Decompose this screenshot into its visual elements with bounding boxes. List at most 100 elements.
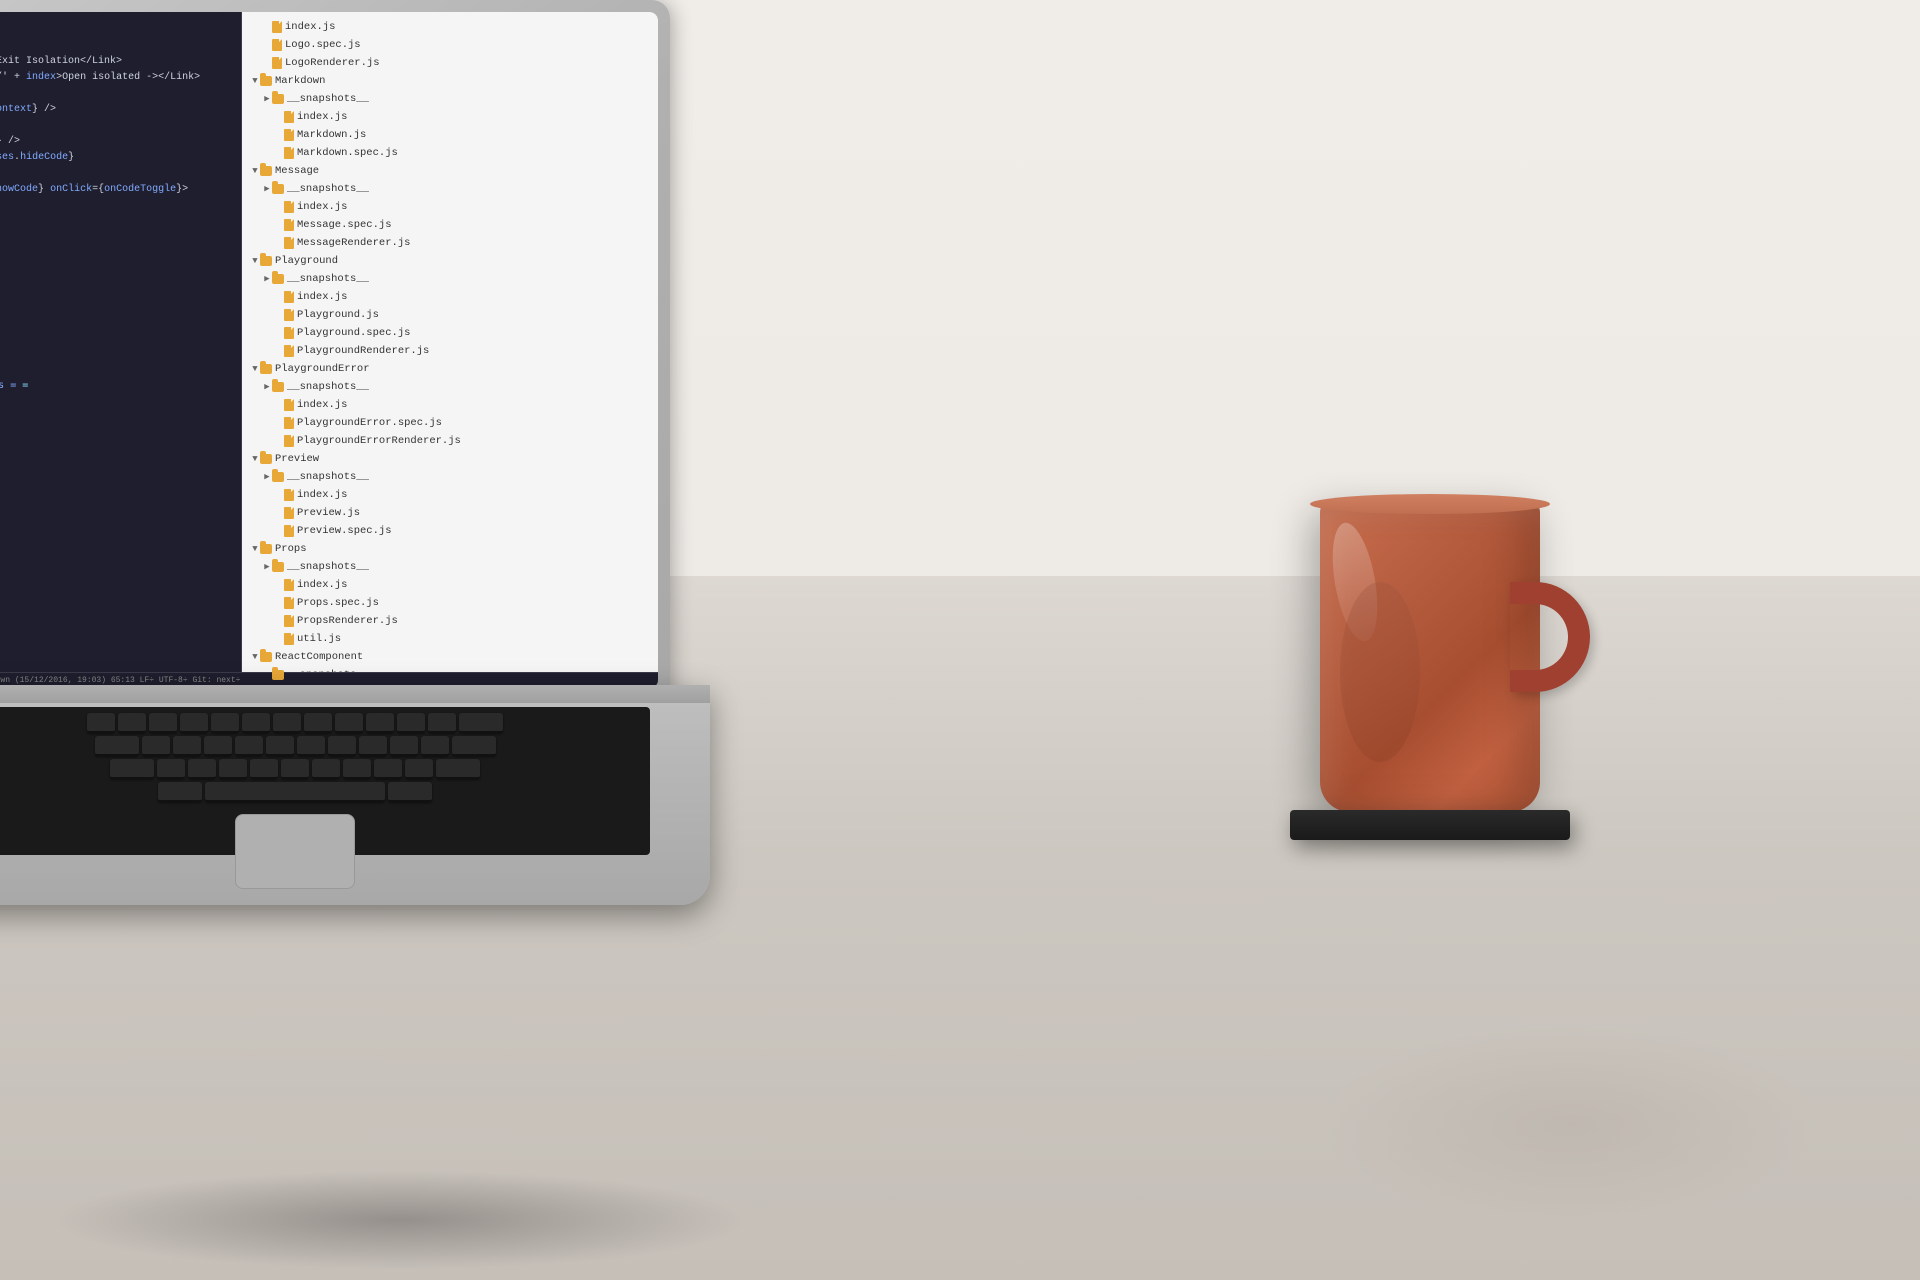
list-item[interactable]: Markdown.js — [242, 126, 658, 144]
list-item[interactable]: Message.spec.js — [242, 216, 658, 234]
folder-icon — [260, 166, 272, 176]
list-item[interactable]: index.js — [242, 396, 658, 414]
keyboard-key — [335, 713, 363, 733]
folder-name: Props — [275, 542, 307, 557]
folder-icon — [260, 544, 272, 554]
list-item[interactable]: PlaygroundRenderer.js — [242, 342, 658, 360]
list-item[interactable]: Playground.js — [242, 306, 658, 324]
spacer-icon — [274, 614, 284, 629]
list-item[interactable]: index.js — [242, 108, 658, 126]
file-name: index.js — [297, 398, 347, 413]
file-icon — [284, 237, 294, 249]
list-item[interactable]: ▶ __snapshots__ — [242, 180, 658, 198]
file-name: PropsRenderer.js — [297, 614, 398, 629]
keyboard-key — [87, 713, 115, 733]
expand-arrow-icon: ▶ — [262, 92, 272, 107]
trackpad[interactable] — [235, 814, 355, 889]
keyboard-key — [95, 736, 139, 756]
list-item[interactable]: ▶ __snapshots__ — [242, 558, 658, 576]
laptop-screen: nk>; <name>=> Exit Isolation</Link> <nam… — [0, 12, 658, 688]
status-bar-text: build: Markdown (15/12/2016, 19:03) 65:1… — [0, 676, 240, 685]
file-name: index.js — [297, 578, 347, 593]
code-line: <name>=> Exit Isolation</Link> — [0, 54, 241, 70]
folder-name: __snapshots__ — [287, 92, 369, 107]
list-item[interactable]: PlaygroundErrorRenderer.js — [242, 432, 658, 450]
keyboard-key — [312, 759, 340, 779]
list-item[interactable]: Logo.spec.js — [242, 36, 658, 54]
keyboard-key — [250, 759, 278, 779]
list-item[interactable]: index.js — [242, 18, 658, 36]
code-line: <name + '/' + index>Open isolated -></Li… — [0, 70, 241, 86]
list-item[interactable]: Preview.spec.js — [242, 522, 658, 540]
file-icon — [272, 39, 282, 51]
folder-name: Markdown — [275, 74, 325, 89]
code-line: {onChange} /> — [0, 134, 241, 150]
list-item[interactable]: index.js — [242, 198, 658, 216]
list-item[interactable]: index.js — [242, 486, 658, 504]
folder-name: Preview — [275, 452, 319, 467]
spacer-icon — [274, 308, 284, 323]
list-item[interactable]: Playground.spec.js — [242, 324, 658, 342]
laptop-lid: nk>; <name>=> Exit Isolation</Link> <nam… — [0, 0, 670, 700]
expand-arrow-icon: ▼ — [250, 452, 260, 467]
folder-name: __snapshots__ — [287, 560, 369, 575]
list-item[interactable]: util.js — [242, 630, 658, 648]
file-icon — [284, 201, 294, 213]
file-icon — [284, 525, 294, 537]
spacer-icon — [262, 56, 272, 71]
list-item[interactable]: ▶ __snapshots__ — [242, 270, 658, 288]
keyboard-key — [149, 713, 177, 733]
spacer-icon — [274, 236, 284, 251]
list-item[interactable]: ▼ Message — [242, 162, 658, 180]
list-item[interactable]: ▼ PlaygroundError — [242, 360, 658, 378]
list-item[interactable]: ▶ __snapshots__ — [242, 90, 658, 108]
list-item[interactable]: index.js — [242, 576, 658, 594]
list-item[interactable]: ▼ Props — [242, 540, 658, 558]
list-item[interactable]: ▼ Preview — [242, 450, 658, 468]
file-icon — [284, 615, 294, 627]
keyboard-key — [397, 713, 425, 733]
keyboard-key — [142, 736, 170, 756]
file-name: PlaygroundErrorRenderer.js — [297, 434, 461, 449]
folder-icon — [272, 562, 284, 572]
list-item[interactable]: Props.spec.js — [242, 594, 658, 612]
keyboard-key — [366, 713, 394, 733]
list-item[interactable]: ▼ Playground — [242, 252, 658, 270]
folder-name: __snapshots__ — [287, 380, 369, 395]
file-icon — [284, 417, 294, 429]
list-item[interactable]: ▶ __snapshots__ — [242, 468, 658, 486]
list-item[interactable]: ▶ __snapshots__ — [242, 378, 658, 396]
file-name: Playground.spec.js — [297, 326, 410, 341]
keyboard-key — [219, 759, 247, 779]
file-icon — [284, 291, 294, 303]
expand-arrow-icon: ▶ — [262, 470, 272, 485]
list-item[interactable]: PropsRenderer.js — [242, 612, 658, 630]
list-item[interactable]: ▼ Markdown — [242, 72, 658, 90]
list-item[interactable]: Preview.js — [242, 504, 658, 522]
list-item[interactable]: LogoRenderer.js — [242, 54, 658, 72]
expand-arrow-icon: ▼ — [250, 164, 260, 179]
file-name: Markdown.js — [297, 128, 366, 143]
file-icon — [284, 399, 294, 411]
keyboard-key — [157, 759, 185, 779]
code-line — [0, 38, 241, 54]
list-item[interactable]: MessageRenderer.js — [242, 234, 658, 252]
spacer-icon — [274, 434, 284, 449]
list-item[interactable]: PlaygroundError.spec.js — [242, 414, 658, 432]
folder-icon — [272, 274, 284, 284]
keyboard-key — [281, 759, 309, 779]
expand-arrow-icon: ▼ — [250, 74, 260, 89]
file-icon — [284, 327, 294, 339]
list-item[interactable]: Markdown.spec.js — [242, 144, 658, 162]
keyboard-key — [235, 736, 263, 756]
folder-name: PlaygroundError — [275, 362, 370, 377]
keyboard-key — [405, 759, 433, 779]
cup-coaster — [1290, 810, 1570, 840]
keyboard-key — [188, 759, 216, 779]
list-item[interactable]: ▼ ReactComponent — [242, 648, 658, 666]
file-name: Props.spec.js — [297, 596, 379, 611]
list-item[interactable]: index.js — [242, 288, 658, 306]
keyboard-key — [436, 759, 480, 779]
folder-name: ReactComponent — [275, 650, 363, 665]
spacer-icon — [274, 506, 284, 521]
